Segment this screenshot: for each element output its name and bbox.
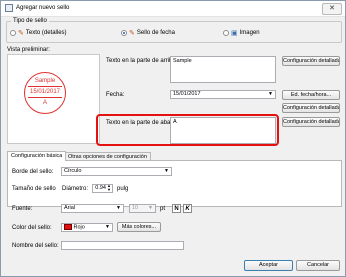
stamp-name-field[interactable] xyxy=(61,241,184,250)
radio-image-label: Imagen xyxy=(239,30,260,36)
border-select[interactable]: Círculo ▼ xyxy=(61,167,172,176)
stamp-preview-divider-bottom xyxy=(28,97,62,98)
red-color-swatch xyxy=(64,224,72,230)
color-dropdown-icon: ▼ xyxy=(105,224,110,230)
preview-label: Vista preliminar: xyxy=(7,47,50,53)
close-button[interactable]: ✕ xyxy=(322,3,342,15)
top-text-label: Texto en la parte de arriba: xyxy=(106,58,178,64)
radio-date-stamp-label: Sello de fecha xyxy=(136,30,175,36)
accept-button[interactable]: Aceptar xyxy=(244,260,293,271)
date-label: Fecha: xyxy=(106,92,125,98)
radio-date-stamp[interactable]: ✎ Sello de fecha xyxy=(121,29,175,37)
basic-settings-panel xyxy=(7,160,342,207)
font-select-value: Arial xyxy=(64,205,76,211)
date-select[interactable]: 15/01/2017 ▼ xyxy=(170,90,276,99)
radio-date-stamp-dot[interactable] xyxy=(121,30,127,36)
radio-image-dot[interactable] xyxy=(223,30,229,36)
title-bar: Agregar nuevo sello ✕ xyxy=(1,1,345,17)
date-dropdown-icon: ▼ xyxy=(268,91,273,97)
radio-text-details[interactable]: ✎ Texto (detalles) xyxy=(10,29,67,37)
font-dropdown-icon: ▼ xyxy=(116,205,121,211)
date-stamp-icon: ✎ xyxy=(129,30,135,37)
color-select[interactable]: Rojo ▼ xyxy=(61,223,113,232)
radio-image[interactable]: ▣ Imagen xyxy=(223,29,260,37)
font-size-unit: pt xyxy=(160,206,166,212)
date-settings-button[interactable]: Configuración detallada... xyxy=(282,103,340,113)
edit-date-time-button[interactable]: Ed. fecha/hora... xyxy=(282,90,340,100)
date-select-value: 15/01/2017 xyxy=(173,91,201,97)
font-select[interactable]: Arial ▼ xyxy=(61,204,124,213)
radio-text-details-label: Texto (detalles) xyxy=(25,30,67,36)
stamp-preview-top-text: Sample xyxy=(34,78,56,84)
stamp-preview-divider-top xyxy=(28,86,62,87)
bold-button[interactable]: N xyxy=(172,204,181,213)
font-label: Fuente: xyxy=(12,206,33,212)
diameter-stepper-icon[interactable]: ▲ ▼ xyxy=(107,184,111,192)
font-size-dropdown-icon: ▼ xyxy=(148,205,153,211)
app-icon xyxy=(5,4,13,12)
border-label: Borde del sello: xyxy=(12,169,54,175)
diameter-unit: pulg xyxy=(117,186,129,192)
stamp-name-label: Nombre del sello: xyxy=(12,243,59,249)
stamp-preview-date: 15/01/2017 xyxy=(29,89,61,95)
stamp-preview-bottom-text: A xyxy=(42,100,47,106)
border-dropdown-icon: ▼ xyxy=(164,168,169,174)
more-colors-button[interactable]: Más colores... xyxy=(117,222,161,232)
tab-basic-settings[interactable]: Configuración básica xyxy=(7,151,67,161)
font-size-value: 10 xyxy=(132,205,139,211)
italic-button[interactable]: K xyxy=(183,204,192,213)
highlight-box xyxy=(96,114,279,146)
color-label: Color del sello: xyxy=(12,225,52,231)
size-label: Tamaño de sello xyxy=(12,186,56,192)
stamp-preview-circle: Sample 15/01/2017 A xyxy=(24,72,66,114)
stamp-type-group-label: Tipo de sello xyxy=(11,18,49,24)
diameter-label: Diámetro: xyxy=(62,186,89,192)
border-select-value: Círculo xyxy=(64,168,82,174)
radio-text-details-dot[interactable] xyxy=(10,30,16,36)
cancel-button[interactable]: Cancelar xyxy=(296,260,340,271)
diameter-value: 0.94 xyxy=(95,185,106,191)
image-stamp-icon: ▣ xyxy=(231,30,238,37)
stamp-preview: Sample 15/01/2017 A xyxy=(7,54,100,144)
color-select-value: Rojo xyxy=(73,224,85,231)
bottom-text-settings-button[interactable]: Configuración detallada... xyxy=(282,117,340,127)
window-title: Agregar nuevo sello xyxy=(16,5,70,11)
font-size-select[interactable]: 10 ▼ xyxy=(129,204,156,213)
text-stamp-icon: ✎ xyxy=(18,30,24,37)
top-text-settings-button[interactable]: Configuración detallada... xyxy=(282,56,340,66)
top-text-field[interactable]: Sample xyxy=(170,56,276,83)
add-stamp-dialog: Agregar nuevo sello ✕ Tipo de sello ✎ Te… xyxy=(0,0,346,277)
